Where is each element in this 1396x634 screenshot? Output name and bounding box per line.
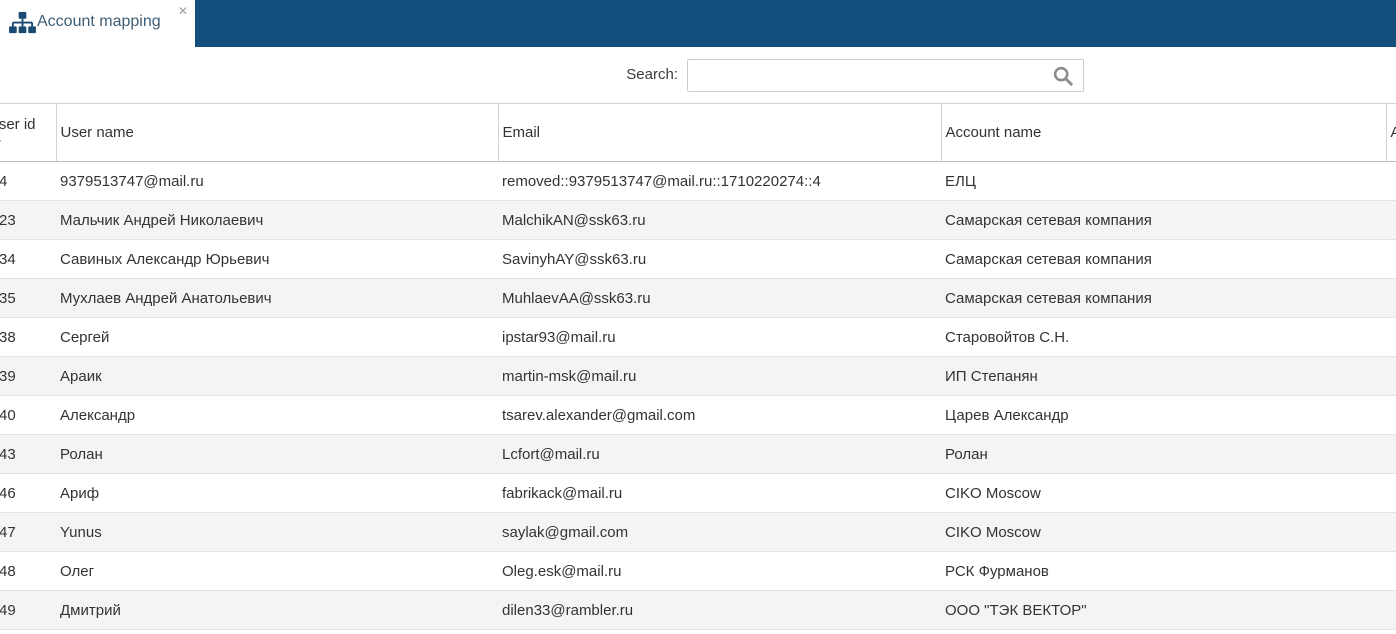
cell-col5 [1386,356,1396,396]
cell-user-name: Савиных Александр Юрьевич [56,239,498,279]
cell-user-name: Ролан [56,434,498,474]
search-label: Search: [626,66,678,83]
cell-email: martin-msk@mail.ru [498,356,941,396]
cell-account-name: ЕЛЦ [941,161,1386,201]
cell-email: fabrikack@mail.ru [498,473,941,513]
cell-id: 43 [0,434,56,474]
cell-col5 [1386,317,1396,357]
cell-user-name: Александр [56,395,498,435]
table-row[interactable]: 40 Александр tsarev.alexander@gmail.com Цар… [0,395,1396,435]
tab-title: Account mapping [37,13,161,30]
cell-col5 [1386,512,1396,552]
cell-id: 35 [0,278,56,318]
tab-account-mapping[interactable]: Account mapping ✕ [0,0,195,47]
cell-id: 34 [0,239,56,279]
table-row[interactable]: 35 Мухлаев Андрей Анатольевич MuhlaevAA@ss… [0,278,1396,318]
account-mapping-screen: Account mapping ✕ Search: User id ↑ Us [0,0,1396,634]
search-icon[interactable] [1052,65,1074,87]
cell-user-name: Ариф [56,473,498,513]
cell-account-name: Самарская сетевая компания [941,239,1386,279]
table-body: 49379513747@mail.ruremoved::9379513747@m… [0,161,1396,630]
tab-close-icon[interactable]: ✕ [178,4,188,18]
cell-col5 [1386,473,1396,513]
cell-id: 47 [0,512,56,552]
cell-account-name: Самарская сетевая компания [941,200,1386,240]
cell-col5 [1386,434,1396,474]
cell-account-name: Самарская сетевая компания [941,278,1386,318]
cell-email: saylak@gmail.com [498,512,941,552]
column-header-account-id[interactable]: Account id [1385,103,1396,162]
cell-col5 [1386,278,1396,318]
cell-id: 46 [0,473,56,513]
table-row[interactable]: 43 Ролан Lcfort@mail.ru Ролан [0,434,1396,474]
cell-account-name: CIKO Moscow [941,473,1386,513]
cell-account-name: Царев Александр [941,395,1386,435]
table-row[interactable]: 46 Ариф fabrikack@mail.ru CIKO Moscow [0,473,1396,513]
table-row[interactable]: 34 Савиных Александр Юрьевич SavinyhAY@ssk… [0,239,1396,279]
cell-email: MalchikAN@ssk63.ru [498,200,941,240]
cell-col5 [1386,590,1396,630]
cell-user-name: Сергей [56,317,498,357]
cell-email: dilen33@rambler.ru [498,590,941,630]
cell-account-name: ИП Степанян [941,356,1386,396]
cell-email: tsarev.alexander@gmail.com [498,395,941,435]
column-header-account-name[interactable]: Account name [940,103,1386,162]
cell-col5 [1386,551,1396,591]
column-header-email[interactable]: Email [497,103,941,162]
cell-account-name: Ролан [941,434,1386,474]
table-row[interactable]: 47 Yunus saylak@gmail.com CIKO Moscow [0,512,1396,552]
account-mapping-table: User id ↑ User name Email Account name A… [0,103,1396,630]
cell-id: 23 [0,200,56,240]
cell-id: 4 [0,161,56,201]
cell-user-name: Мальчик Андрей Николаевич [56,200,498,240]
table-row[interactable]: 23 Мальчик Андрей Николаевич MalchikAN@ssk… [0,200,1396,240]
table-row[interactable]: 49379513747@mail.ruremoved::9379513747@m… [0,161,1396,201]
search-box [687,59,1084,92]
cell-email: removed::9379513747@mail.ru::1710220274:… [498,161,941,201]
cell-id: 39 [0,356,56,396]
cell-id: 48 [0,551,56,591]
cell-user-name: Дмитрий [56,590,498,630]
sort-ascending-icon: ↑ [0,134,56,151]
cell-id: 40 [0,395,56,435]
table-row[interactable]: 49 Дмитрий dilen33@rambler.ru ООО "ТЭК ВЕКТ… [0,590,1396,630]
cell-col5 [1386,200,1396,240]
cell-account-name: CIKO Moscow [941,512,1386,552]
cell-email: MuhlaevAA@ssk63.ru [498,278,941,318]
cell-id: 38 [0,317,56,357]
table-row[interactable]: 38 Сергей ipstar93@mail.ru Старовойтов С.Н. [0,317,1396,357]
table-row[interactable]: 48 Олег Oleg.esk@mail.ru РСК Фурманов [0,551,1396,591]
table-row[interactable]: 39 Араик martin-msk@mail.ru ИП Степанян [0,356,1396,396]
column-header-user-id-label: User id [0,115,36,133]
cell-account-name: Старовойтов С.Н. [941,317,1386,357]
cell-email: Oleg.esk@mail.ru [498,551,941,591]
column-header-user-name[interactable]: User name [55,103,498,162]
column-header-user-id[interactable]: User id ↑ [0,103,56,162]
cell-email: SavinyhAY@ssk63.ru [498,239,941,279]
cell-user-name: Араик [56,356,498,396]
tab-bar: Account mapping ✕ [0,0,1396,47]
search-input[interactable] [688,60,1058,91]
cell-col5 [1386,395,1396,435]
cell-account-name: ООО "ТЭК ВЕКТОР" [941,590,1386,630]
cell-email: Lcfort@mail.ru [498,434,941,474]
sitemap-icon [9,11,36,34]
table-header-row: User id ↑ User name Email Account name A… [0,103,1396,162]
cell-user-name: 9379513747@mail.ru [56,161,498,201]
cell-id: 49 [0,590,56,630]
cell-col5 [1386,239,1396,279]
cell-email: ipstar93@mail.ru [498,317,941,357]
cell-account-name: РСК Фурманов [941,551,1386,591]
cell-user-name: Yunus [56,512,498,552]
cell-user-name: Олег [56,551,498,591]
cell-user-name: Мухлаев Андрей Анатольевич [56,278,498,318]
cell-col5 [1386,161,1396,201]
